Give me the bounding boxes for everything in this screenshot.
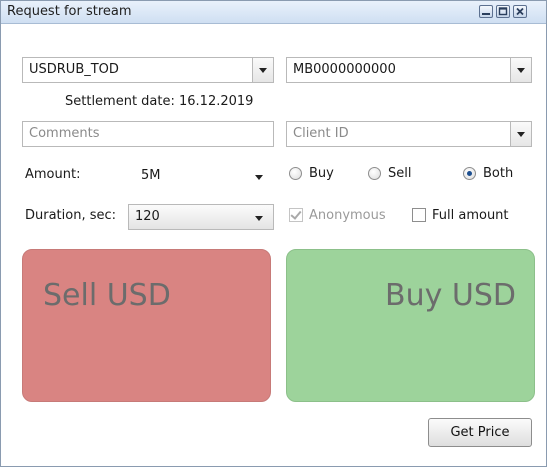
amount-label: Amount: (25, 167, 81, 182)
duration-select[interactable]: 120 (128, 204, 274, 230)
chevron-down-icon[interactable] (510, 121, 532, 147)
minimize-icon[interactable] (479, 5, 493, 18)
maximize-icon[interactable] (496, 5, 510, 18)
title-bar[interactable]: Request for stream (1, 1, 546, 24)
instrument-select[interactable]: USDRUB_TOD (22, 57, 274, 83)
chevron-down-icon[interactable] (255, 175, 263, 180)
anonymous-checkbox[interactable] (289, 208, 303, 222)
duration-value: 120 (135, 209, 160, 224)
amount-combo[interactable]: 5M (134, 163, 274, 189)
close-icon[interactable] (513, 5, 527, 18)
chevron-down-icon[interactable] (252, 57, 274, 83)
both-radio[interactable] (463, 167, 476, 180)
sell-usd-tile[interactable]: Sell USD (22, 249, 271, 402)
duration-label: Duration, sec: (25, 208, 117, 223)
account-value: MB0000000000 (293, 62, 396, 77)
both-radio-label[interactable]: Both (483, 166, 513, 181)
buy-radio-label[interactable]: Buy (309, 166, 334, 181)
client-id-select[interactable]: Client ID (286, 121, 532, 147)
sell-radio-label[interactable]: Sell (388, 166, 411, 181)
full-amount-checkbox[interactable] (412, 208, 426, 222)
anonymous-label: Anonymous (309, 208, 386, 223)
buy-usd-label: Buy USD (385, 278, 516, 313)
sell-usd-label: Sell USD (43, 278, 171, 313)
sell-radio[interactable] (368, 167, 381, 180)
full-amount-label[interactable]: Full amount (432, 208, 509, 223)
request-for-stream-window: Request for stream USDRUB_TOD MB00000000… (0, 0, 547, 467)
chevron-down-icon[interactable] (255, 216, 263, 221)
amount-value: 5M (141, 168, 161, 183)
settlement-date: Settlement date: 16.12.2019 (65, 94, 254, 109)
buy-radio[interactable] (289, 167, 302, 180)
account-select[interactable]: MB0000000000 (286, 57, 532, 83)
client-id-placeholder: Client ID (293, 126, 349, 141)
instrument-value: USDRUB_TOD (29, 62, 119, 77)
window-title: Request for stream (7, 4, 132, 19)
comments-placeholder: Comments (29, 126, 100, 141)
get-price-button[interactable]: Get Price (428, 418, 532, 447)
buy-usd-tile[interactable]: Buy USD (286, 249, 535, 402)
chevron-down-icon[interactable] (510, 57, 532, 83)
comments-input[interactable]: Comments (22, 121, 274, 147)
